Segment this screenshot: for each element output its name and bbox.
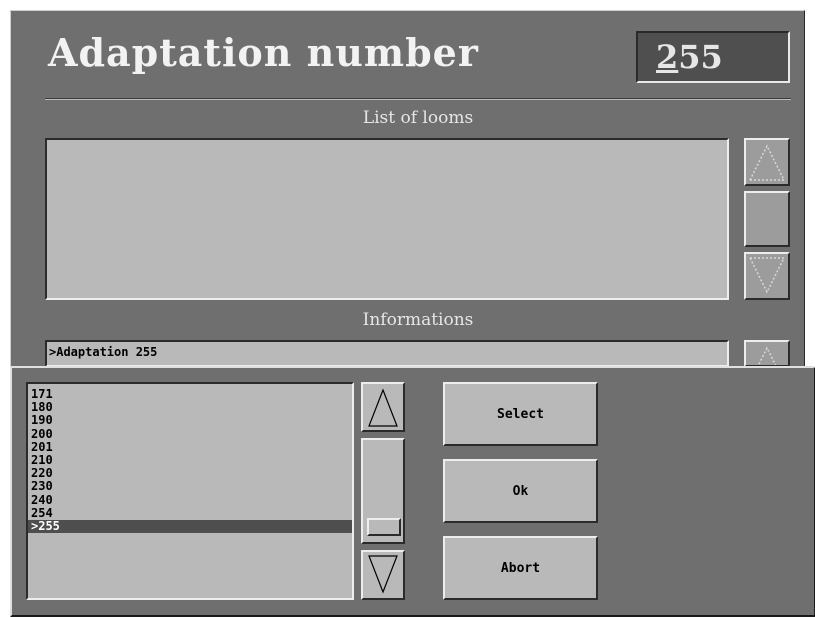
list-item-selected[interactable]: >255	[28, 519, 352, 534]
adaptation-number-prefix: 2	[656, 38, 679, 76]
arrow-up-icon	[757, 346, 777, 365]
informations-scroll-up-button[interactable]	[744, 340, 790, 367]
list-item[interactable]: 180	[28, 400, 352, 414]
arrow-up-icon	[368, 388, 398, 427]
looms-label-wrap: List of looms	[45, 108, 791, 128]
looms-scroll-up-button[interactable]	[744, 138, 790, 186]
adaptation-number-field[interactable]: 255	[636, 31, 790, 83]
list-item[interactable]: 210	[28, 453, 352, 467]
list-item[interactable]: 201	[28, 440, 352, 454]
informations-label-wrap: Informations	[45, 310, 791, 330]
informations-section-label: Informations	[362, 310, 474, 330]
list-scroll-track[interactable]	[361, 438, 405, 544]
list-item[interactable]: 254	[28, 506, 352, 520]
abort-button[interactable]: Abort	[443, 536, 598, 600]
list-item[interactable]: 230	[28, 480, 352, 493]
list-scroll-up-button[interactable]	[361, 382, 405, 432]
arrow-down-icon	[368, 555, 398, 594]
list-item[interactable]: 220	[28, 466, 352, 480]
list-item[interactable]: 190	[28, 414, 352, 427]
list-item[interactable]: 171	[28, 387, 352, 401]
looms-list[interactable]	[45, 138, 729, 300]
adaptation-list[interactable]: 171 180 190 200 201 210 220 230 240 254 …	[26, 382, 354, 600]
adaptation-number-rest: 55	[678, 38, 723, 76]
list-item[interactable]: 200	[28, 427, 352, 441]
informations-field: >Adaptation 255	[45, 340, 729, 367]
ok-button[interactable]: Ok	[443, 459, 598, 523]
list-scroll-down-button[interactable]	[361, 550, 405, 600]
list-scroll-thumb[interactable]	[367, 518, 401, 536]
select-button[interactable]: Select	[443, 382, 598, 446]
window-title: Adaptation number	[48, 30, 479, 75]
title-divider	[45, 98, 791, 100]
looms-section-label: List of looms	[362, 108, 474, 128]
arrow-up-icon	[748, 144, 786, 181]
list-item[interactable]: 240	[28, 493, 352, 507]
arrow-down-icon	[748, 257, 786, 294]
looms-scroll-down-button[interactable]	[744, 252, 790, 300]
looms-scroll-track[interactable]	[744, 191, 790, 247]
